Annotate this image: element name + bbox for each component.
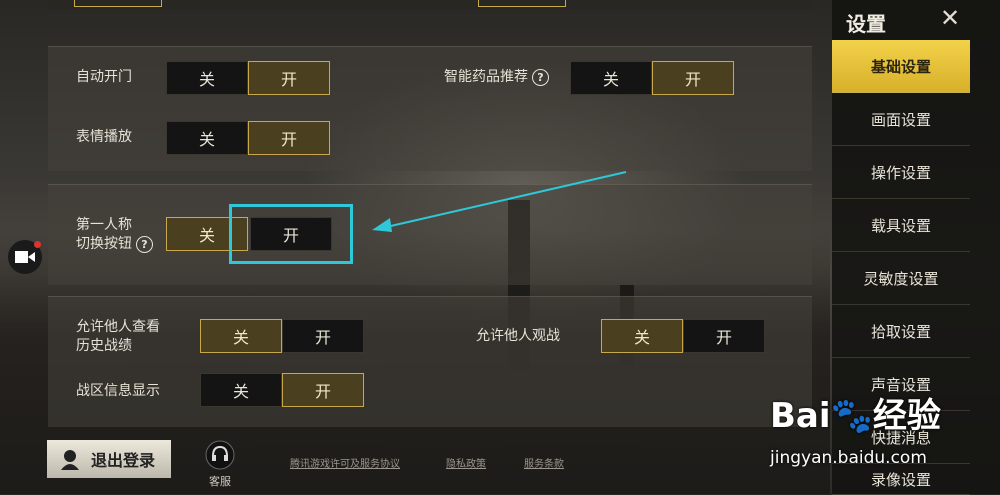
headset-icon	[205, 440, 235, 470]
footer-link-terms[interactable]: 服务条款	[524, 455, 564, 470]
annotation-highlight-box	[229, 204, 353, 264]
emote-off-button[interactable]: 关	[166, 121, 248, 155]
allow-history-label-line1: 允许他人查看	[76, 319, 160, 335]
auto-door-off-button[interactable]: 关	[166, 61, 248, 95]
paw-icon: 🐾	[830, 396, 873, 436]
logout-button[interactable]: 退出登录	[47, 440, 171, 478]
annotation-arrow-icon	[372, 171, 627, 232]
smart-medicine-off-button[interactable]: 关	[570, 61, 652, 95]
footer-link-license[interactable]: 腾讯游戏许可及服务协议	[290, 455, 400, 470]
allow-spectate-off-button[interactable]: 关	[601, 319, 683, 353]
fpp-switch-label-line2: 切换按钮	[76, 236, 132, 252]
allow-history-label-line2: 历史战绩	[76, 338, 132, 354]
zone-info-off-button[interactable]: 关	[200, 373, 282, 407]
fpp-switch-label-line1: 第一人称	[76, 217, 132, 233]
allow-spectate-label: 允许他人观战	[476, 328, 560, 344]
settings-panel-privacy	[48, 296, 812, 427]
zone-info-toggle: 关 开	[200, 373, 364, 407]
auto-door-toggle: 关 开	[166, 61, 330, 95]
top-panel-remnant	[48, 0, 812, 10]
sidebar-item-sensitivity[interactable]: 灵敏度设置	[832, 252, 970, 305]
watermark-brand-2: 经验	[872, 396, 941, 436]
auto-door-on-button[interactable]: 开	[248, 61, 330, 95]
help-icon[interactable]: ?	[136, 235, 153, 253]
allow-spectate-on-button[interactable]: 开	[683, 319, 765, 353]
emote-on-button[interactable]: 开	[248, 121, 330, 155]
sidebar-title: 设置	[846, 12, 886, 36]
allow-history-toggle: 关 开	[200, 319, 364, 353]
allow-history-on-button[interactable]: 开	[282, 319, 364, 353]
help-icon[interactable]: ?	[532, 68, 549, 86]
allow-history-label: 允许他人查看 历史战绩	[76, 318, 160, 356]
zone-info-label: 战区信息显示	[76, 383, 160, 399]
allow-spectate-toggle: 关 开	[601, 319, 765, 353]
sidebar-item-basic[interactable]: 基础设置	[832, 40, 970, 93]
notification-dot	[34, 241, 41, 248]
smart-medicine-label: 智能药品推荐?	[444, 68, 549, 87]
user-silhouette-icon	[61, 450, 79, 470]
smart-medicine-toggle: 关 开	[570, 61, 734, 95]
sidebar-item-pickup[interactable]: 拾取设置	[832, 305, 970, 358]
video-camera-icon	[15, 251, 35, 263]
footer-link-privacy[interactable]: 隐私政策	[446, 455, 486, 470]
zone-info-on-button[interactable]: 开	[282, 373, 364, 407]
customer-service-button[interactable]: 客服	[198, 440, 242, 489]
auto-door-label: 自动开门	[76, 69, 132, 85]
baidu-jingyan-watermark: Bai🐾经验 jingyan.baidu.com	[770, 388, 998, 478]
sidebar-item-vehicle[interactable]: 载具设置	[832, 199, 970, 252]
logout-label: 退出登录	[91, 451, 156, 470]
video-record-button[interactable]	[8, 240, 42, 274]
customer-service-label: 客服	[209, 475, 231, 488]
allow-history-off-button[interactable]: 关	[200, 319, 282, 353]
fpp-switch-label: 第一人称 切换按钮?	[76, 216, 153, 254]
smart-medicine-label-text: 智能药品推荐	[444, 69, 528, 85]
emote-label: 表情播放	[76, 129, 132, 145]
watermark-url: jingyan.baidu.com	[770, 448, 927, 468]
smart-medicine-on-button[interactable]: 开	[652, 61, 734, 95]
sidebar-item-controls[interactable]: 操作设置	[832, 146, 970, 199]
watermark-brand: Bai	[770, 396, 831, 436]
emote-toggle: 关 开	[166, 121, 330, 155]
close-icon[interactable]: ✕	[940, 4, 960, 32]
sidebar-item-graphics[interactable]: 画面设置	[832, 93, 970, 146]
fpp-switch-label-line2-row: 切换按钮?	[76, 235, 153, 254]
